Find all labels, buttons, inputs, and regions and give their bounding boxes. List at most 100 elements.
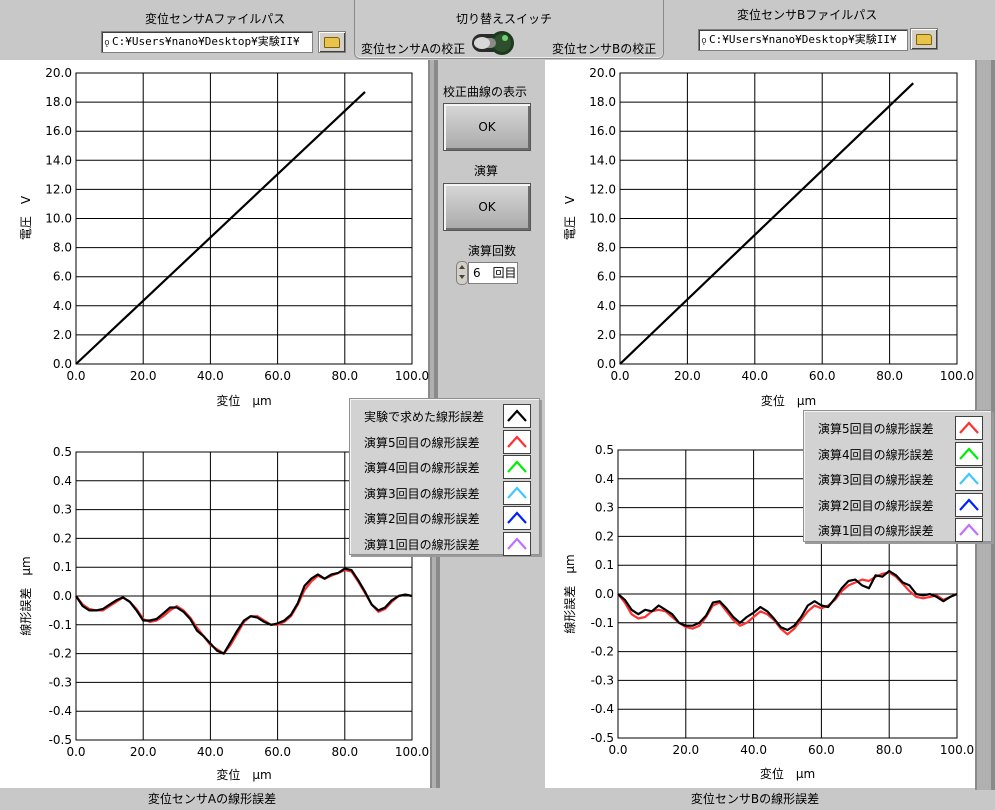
y-tick-label: 0.5	[53, 445, 72, 459]
legend-item[interactable]: 演算1回目の線形誤差	[804, 517, 991, 543]
legend-item[interactable]: 演算4回目の線形誤差	[804, 441, 991, 467]
chart-title: 変位センサBの線形誤差	[691, 791, 819, 806]
chevron-line-icon	[507, 485, 527, 499]
y-tick-label: -0.3	[49, 675, 72, 689]
y-tick-label: 10.0	[45, 212, 72, 226]
y-tick-label: 16.0	[589, 124, 616, 138]
legend-item[interactable]: 演算5回目の線形誤差	[804, 415, 991, 441]
y-axis-label: 電圧 V	[19, 195, 33, 240]
legend-item[interactable]: 演算3回目の線形誤差	[804, 466, 991, 492]
x-tick-label: 20.0	[130, 745, 157, 759]
chart-side-strip-highlight	[977, 60, 991, 410]
y-tick-label: 0.2	[53, 531, 72, 545]
y-tick-label: -0.2	[49, 647, 72, 661]
y-tick-label: 18.0	[45, 95, 72, 109]
y-tick-label: 2.0	[53, 328, 72, 342]
legend-swatch[interactable]	[503, 404, 531, 428]
x-tick-label: 20.0	[674, 369, 701, 383]
legend-item-label: 演算3回目の線形誤差	[818, 473, 934, 487]
chart-side-strip-highlight	[430, 60, 434, 410]
legend-item[interactable]: 演算5回目の線形誤差	[350, 429, 539, 455]
x-tick-label: 20.0	[672, 743, 699, 757]
y-axis-label: 線形誤差 μm	[18, 556, 33, 635]
chevron-line-icon	[959, 446, 979, 460]
chevron-line-icon	[507, 434, 527, 448]
y-tick-label: 0.0	[597, 357, 616, 371]
y-tick-label: 0.2	[595, 529, 614, 543]
x-tick-label: 80.0	[331, 745, 358, 759]
x-tick-label: 40.0	[197, 745, 224, 759]
legend-swatch[interactable]	[503, 455, 531, 479]
legend-item[interactable]: 演算2回目の線形誤差	[350, 505, 539, 531]
legend-swatch[interactable]	[955, 441, 983, 466]
legend-item-label: 演算4回目の線形誤差	[364, 461, 480, 475]
chevron-line-icon	[959, 523, 979, 536]
chevron-line-icon	[507, 511, 527, 524]
y-tick-label: 0.3	[53, 503, 72, 517]
legend-item-label: 実験で求めた線形誤差	[364, 410, 485, 424]
y-tick-label: 4.0	[53, 299, 72, 313]
y-tick-label: 0.5	[595, 443, 614, 457]
legend-item-label: 演算2回目の線形誤差	[364, 512, 480, 526]
legend-a: 実験で求めた線形誤差演算5回目の線形誤差演算4回目の線形誤差演算3回目の線形誤差…	[349, 398, 540, 557]
y-tick-label: 10.0	[589, 212, 616, 226]
y-tick-label: 0.3	[595, 501, 614, 515]
legend-item[interactable]: 演算4回目の線形誤差	[350, 454, 539, 480]
x-tick-label: 0.0	[610, 369, 629, 383]
y-tick-label: -0.2	[591, 645, 614, 659]
x-tick-label: 80.0	[876, 369, 903, 383]
legend-swatch[interactable]	[955, 467, 983, 491]
y-tick-label: 0.0	[595, 587, 614, 601]
x-tick-label: 100.0	[395, 745, 429, 759]
legend-swatch[interactable]	[955, 518, 983, 542]
y-tick-label: 14.0	[589, 153, 616, 167]
y-tick-label: 8.0	[597, 241, 616, 255]
x-tick-label: 60.0	[264, 745, 291, 759]
legend-item-label: 演算5回目の線形誤差	[818, 422, 934, 436]
y-tick-label: 6.0	[597, 270, 616, 284]
legend-item[interactable]: 実験で求めた線形誤差	[350, 403, 539, 429]
x-tick-label: 40.0	[740, 743, 767, 757]
legend-swatch[interactable]	[503, 506, 531, 530]
x-axis-label: 変位 μm	[216, 767, 271, 782]
legend-b: 演算5回目の線形誤差演算4回目の線形誤差演算3回目の線形誤差演算2回目の線形誤差…	[803, 410, 992, 542]
x-tick-label: 80.0	[876, 743, 903, 757]
legend-swatch[interactable]	[503, 429, 531, 454]
legend-swatch[interactable]	[955, 492, 983, 517]
x-tick-label: 60.0	[808, 743, 835, 757]
x-tick-label: 20.0	[130, 369, 157, 383]
x-axis-label: 変位 μm	[761, 393, 816, 408]
legend-item-label: 演算1回目の線形誤差	[364, 537, 480, 552]
chart-0: 0.0 20.0 40.0 60.0 80.0 100.0 0.0 2.0 4.0 6.0 8.0 1…	[0, 60, 438, 430]
legend-item[interactable]: 演算2回目の線形誤差	[804, 492, 991, 518]
x-tick-label: 40.0	[197, 369, 224, 383]
legend-swatch[interactable]	[503, 480, 531, 505]
y-tick-label: -0.5	[591, 731, 614, 745]
y-tick-label: -0.1	[591, 616, 614, 630]
x-tick-label: 0.0	[66, 369, 85, 383]
x-axis-label: 変位 μm	[216, 393, 271, 408]
y-tick-label: 0.1	[53, 560, 72, 574]
y-tick-label: 6.0	[53, 270, 72, 284]
y-tick-label: 2.0	[597, 328, 616, 342]
x-tick-label: 80.0	[331, 369, 358, 383]
y-tick-label: -0.5	[49, 733, 72, 747]
y-axis-label: 電圧 V	[563, 195, 577, 240]
legend-swatch[interactable]	[503, 531, 531, 556]
y-tick-label: 12.0	[45, 182, 72, 196]
y-tick-label: 8.0	[53, 241, 72, 255]
chart-title: 変位センサAの線形誤差	[148, 791, 276, 806]
legend-swatch[interactable]	[955, 416, 983, 440]
y-tick-label: -0.1	[49, 618, 72, 632]
y-tick-label: 16.0	[45, 124, 72, 138]
x-tick-label: 100.0	[395, 369, 429, 383]
chevron-line-icon	[507, 536, 527, 550]
y-tick-label: 0.0	[53, 357, 72, 371]
x-tick-label: 60.0	[264, 369, 291, 383]
legend-item-label: 演算1回目の線形誤差	[818, 524, 934, 538]
y-tick-label: 0.0	[53, 589, 72, 603]
y-tick-label: -0.3	[591, 673, 614, 687]
x-tick-label: 0.0	[608, 743, 627, 757]
legend-item[interactable]: 演算1回目の線形誤差	[350, 531, 539, 557]
legend-item[interactable]: 演算3回目の線形誤差	[350, 480, 539, 506]
